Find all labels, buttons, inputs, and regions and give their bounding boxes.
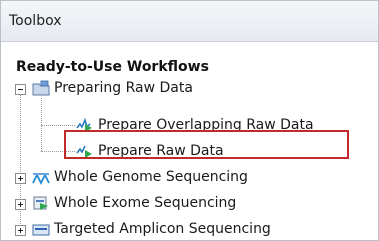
amplicon-workflow-icon [32,224,50,236]
tree-connector [20,88,21,236]
tree-node-label: Whole Exome Sequencing [54,195,237,211]
toolbox-title: Toolbox [9,13,62,29]
highlight-box [64,130,349,159]
collapse-toggle[interactable] [15,84,26,95]
expand-toggle[interactable] [15,225,26,236]
tree-node-label: Whole Genome Sequencing [54,169,248,185]
expand-toggle[interactable] [15,173,26,184]
folder-workflow-icon [32,80,50,96]
exome-workflow-icon [33,196,48,210]
toolbox-header: Toolbox [1,1,378,42]
expand-toggle[interactable] [15,199,26,210]
tree-node-label: Targeted Amplicon Sequencing [54,221,271,237]
section-heading: Ready-to-Use Workflows [16,59,209,75]
tree-connector [41,125,75,126]
genome-workflow-icon [32,172,50,186]
tree-node-label: Preparing Raw Data [54,80,193,96]
